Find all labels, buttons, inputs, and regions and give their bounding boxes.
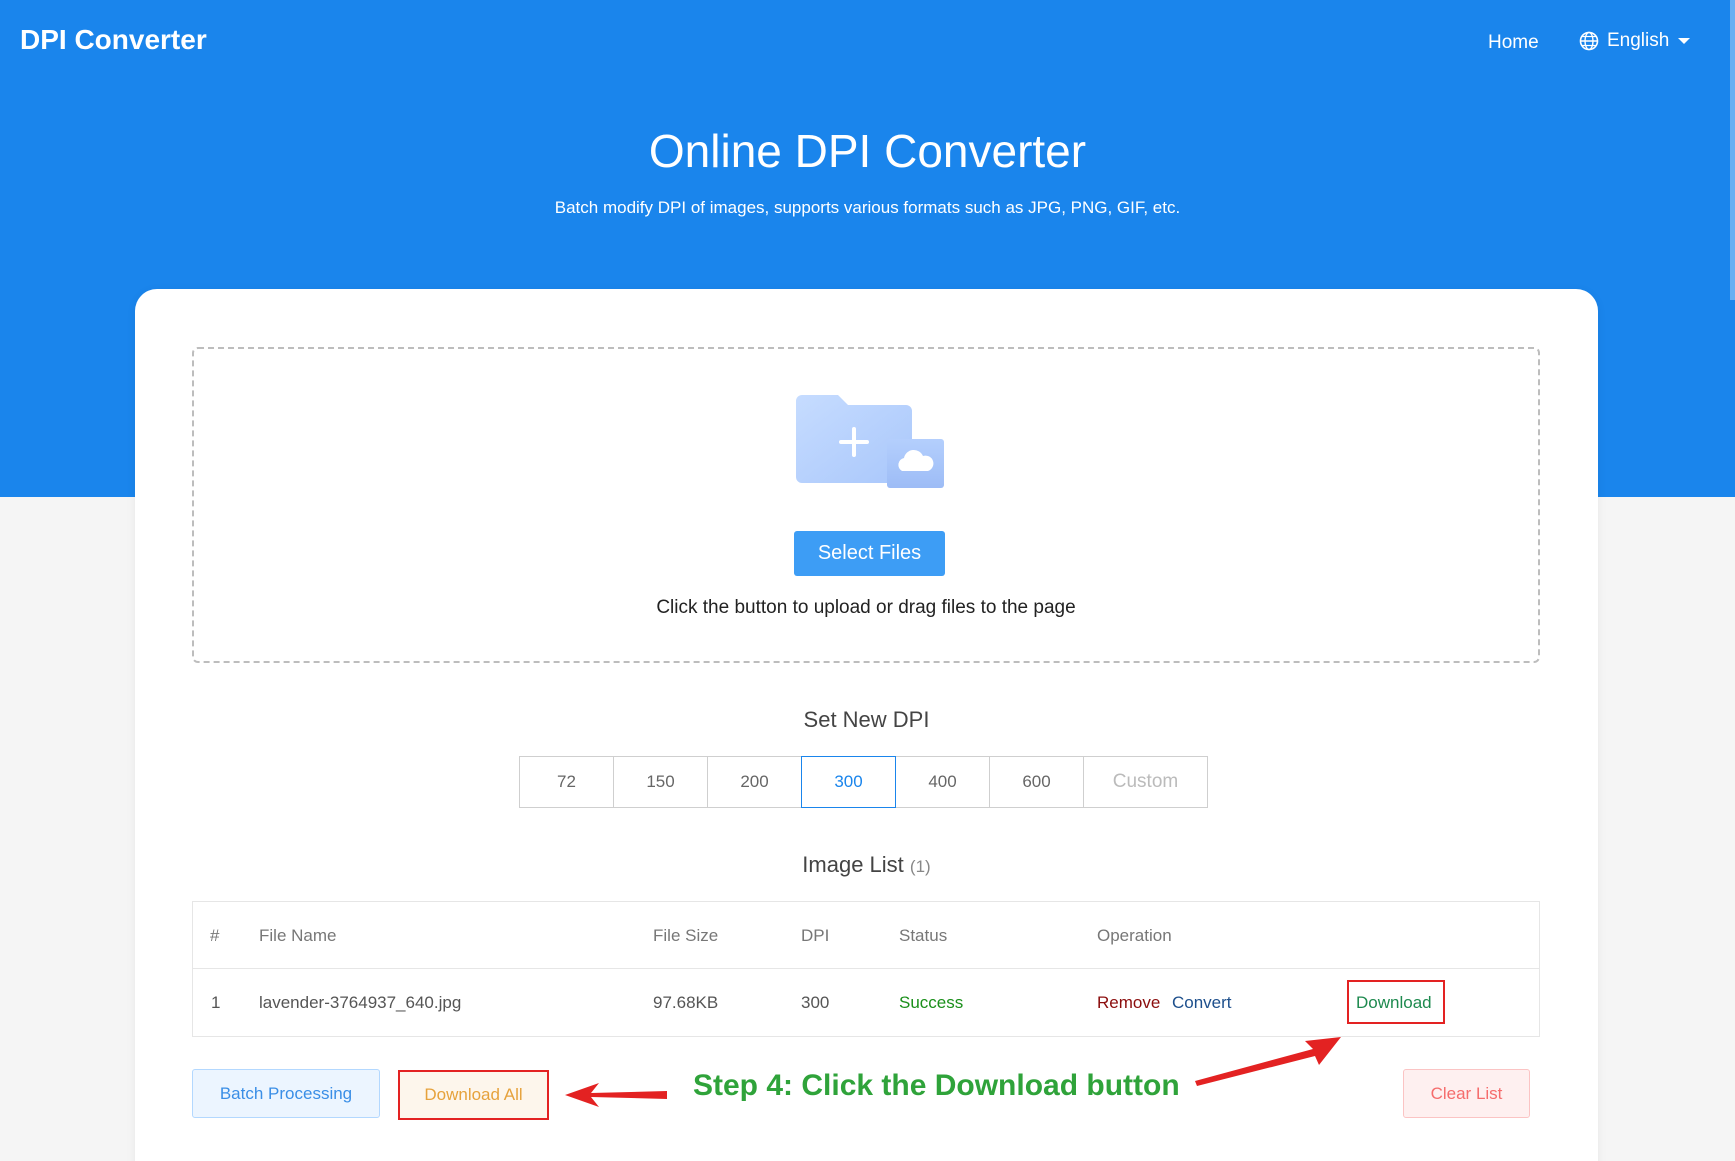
convert-link[interactable]: Convert: [1172, 969, 1232, 1036]
row-file-name: lavender-3764937_640.jpg: [259, 993, 462, 1012]
row-file-size: 97.68KB: [653, 993, 719, 1012]
col-index: #: [210, 926, 220, 945]
language-selector[interactable]: English: [1579, 30, 1691, 52]
image-list-label: Image List: [802, 852, 904, 877]
batch-processing-button[interactable]: Batch Processing: [192, 1069, 380, 1118]
caret-down-icon: [1677, 36, 1691, 46]
remove-link[interactable]: Remove: [1097, 969, 1160, 1036]
clear-list-button[interactable]: Clear List: [1403, 1069, 1530, 1118]
right-arrow-annotation: [1195, 1037, 1341, 1086]
globe-icon: [1579, 31, 1599, 51]
upload-hint: Click the button to upload or drag files…: [656, 597, 1076, 618]
converter-card: Select Files Click the button to upload …: [135, 289, 1598, 1161]
dpi-option-72[interactable]: 72: [519, 756, 614, 808]
brand-logo[interactable]: DPI Converter: [20, 24, 207, 56]
page-subtitle: Batch modify DPI of images, supports var…: [554, 198, 1181, 217]
col-dpi: DPI: [801, 926, 830, 945]
download-highlight-box: [1347, 980, 1445, 1024]
image-list-title: Image List (1): [135, 852, 1598, 878]
col-operation: Operation: [1097, 926, 1172, 945]
dpi-option-400[interactable]: 400: [895, 756, 990, 808]
col-file-name: File Name: [259, 926, 337, 945]
image-table: # File Name File Size DPI Status Operati…: [192, 901, 1540, 1037]
upload-dropzone[interactable]: Select Files Click the button to upload …: [192, 347, 1540, 663]
col-status: Status: [899, 926, 948, 945]
table-row: 1 lavender-3764937_640.jpg 97.68KB 300 S…: [193, 969, 1539, 1036]
step-instruction: Step 4: Click the Download button: [693, 1069, 1180, 1102]
select-files-button[interactable]: Select Files: [794, 531, 945, 576]
image-count: (1): [909, 857, 931, 876]
status-badge: Success: [899, 993, 964, 1012]
scrollbar[interactable]: [1730, 0, 1735, 300]
row-dpi: 300: [801, 993, 830, 1012]
download-all-button[interactable]: Download All: [398, 1070, 549, 1120]
page-title: Online DPI Converter: [648, 125, 1087, 177]
dpi-option-600[interactable]: 600: [989, 756, 1084, 808]
dpi-options: 72 150 200 300 400 600: [519, 756, 1208, 808]
custom-dpi-input[interactable]: [1083, 756, 1208, 808]
left-arrow-annotation: [565, 1083, 667, 1107]
language-label: English: [1607, 30, 1670, 51]
table-header: # File Name File Size DPI Status Operati…: [193, 902, 1539, 969]
col-file-size: File Size: [653, 926, 719, 945]
row-index: 1: [211, 993, 221, 1012]
dpi-option-150[interactable]: 150: [613, 756, 708, 808]
folder-upload-icon: [796, 391, 946, 496]
dpi-option-200[interactable]: 200: [707, 756, 802, 808]
nav-home-link[interactable]: Home: [1488, 32, 1539, 54]
dpi-section-title: Set New DPI: [803, 707, 930, 732]
dpi-option-300[interactable]: 300: [801, 756, 896, 808]
